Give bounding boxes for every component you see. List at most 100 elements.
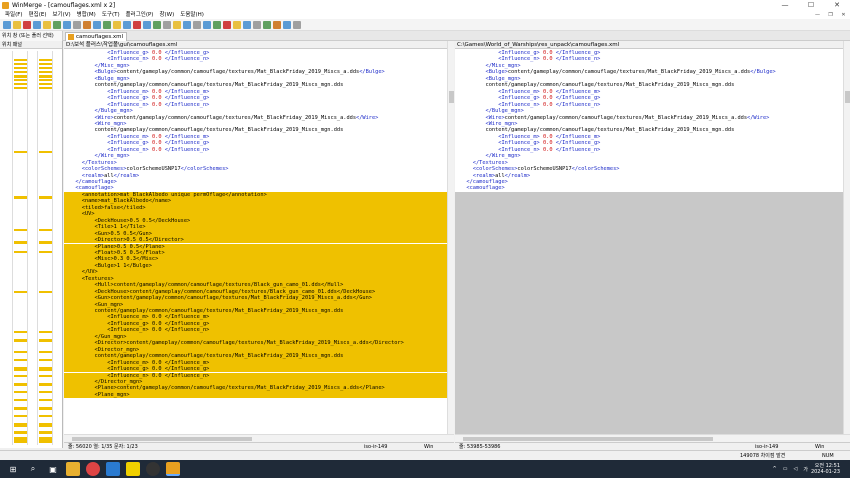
tab-camouflages[interactable]: camouflages.xml x 2 bbox=[65, 32, 127, 48]
menu-plugins[interactable]: 플러그인(P) bbox=[123, 11, 157, 19]
toolbar-button-26[interactable] bbox=[253, 20, 261, 29]
diff-marker bbox=[14, 196, 27, 199]
toolbar-button-9[interactable] bbox=[83, 20, 91, 29]
toolbar-button-30[interactable] bbox=[293, 20, 301, 29]
right-hscroll-thumb[interactable] bbox=[463, 437, 713, 441]
toolbar-button-3[interactable] bbox=[23, 20, 31, 29]
doc-minimize-button[interactable]: — bbox=[811, 12, 824, 18]
diff-marker bbox=[14, 83, 27, 85]
toolbar-button-10[interactable] bbox=[93, 20, 101, 29]
toolbar-button-17[interactable] bbox=[163, 20, 171, 29]
toolbar-button-15[interactable] bbox=[143, 20, 151, 29]
left-code-view[interactable]: <Influence_g> 0.0 </Influence_g> <Influe… bbox=[64, 50, 454, 434]
task-view-icon[interactable]: ▣ bbox=[46, 462, 60, 476]
diff-marker bbox=[14, 79, 27, 81]
file-explorer-icon[interactable] bbox=[66, 462, 80, 476]
location-bar-right[interactable] bbox=[37, 51, 53, 445]
toolbar-button-16[interactable] bbox=[153, 20, 161, 29]
tray-arrow-icon[interactable]: ^ bbox=[773, 466, 777, 472]
toolbar-button-13[interactable] bbox=[123, 20, 131, 29]
diff-marker bbox=[39, 241, 52, 244]
close-button[interactable]: ✕ bbox=[824, 0, 850, 11]
kakaotalk-icon[interactable] bbox=[126, 462, 140, 476]
toolbar-button-7[interactable] bbox=[63, 20, 71, 29]
toolbar-button-4[interactable] bbox=[33, 20, 41, 29]
right-vertical-scrollbar[interactable] bbox=[843, 41, 850, 434]
location-bar-left[interactable] bbox=[12, 51, 28, 445]
diff-marker bbox=[39, 83, 52, 85]
windows-start-icon[interactable]: ⊞ bbox=[6, 462, 20, 476]
menu-help[interactable]: 도움말(H) bbox=[177, 11, 207, 19]
diff-marker bbox=[39, 407, 52, 410]
menu-window[interactable]: 창(W) bbox=[156, 11, 177, 19]
penguin-app-icon[interactable] bbox=[146, 462, 160, 476]
winmerge-taskbar-icon[interactable] bbox=[166, 462, 180, 476]
app-icon-blue[interactable] bbox=[106, 462, 120, 476]
toolbar-button-1[interactable] bbox=[3, 20, 11, 29]
right-diff-pane[interactable]: C:\Games\World_of_Warships\res_unpack\ca… bbox=[455, 41, 843, 434]
toolbar bbox=[0, 19, 850, 31]
toolbar-button-19[interactable] bbox=[183, 20, 191, 29]
diff-marker bbox=[14, 407, 27, 410]
diff-marker bbox=[14, 291, 27, 293]
toolbar-button-18[interactable] bbox=[173, 20, 181, 29]
toolbar-button-23[interactable] bbox=[223, 20, 231, 29]
diff-marker bbox=[14, 59, 27, 61]
diff-marker bbox=[39, 359, 52, 361]
clock[interactable]: 오전 12:51 2024-01-23 bbox=[811, 463, 840, 475]
toolbar-button-12[interactable] bbox=[113, 20, 121, 29]
search-icon[interactable]: ⌕ bbox=[26, 462, 40, 476]
volume-icon[interactable]: ◁ bbox=[793, 466, 797, 472]
left-vertical-scrollbar[interactable] bbox=[447, 41, 454, 434]
menu-tools[interactable]: 도구(T) bbox=[99, 11, 123, 19]
clock-date: 2024-01-23 bbox=[810, 469, 840, 475]
menu-file[interactable]: 파일(F) bbox=[2, 11, 26, 19]
ime-indicator[interactable]: 가 bbox=[803, 466, 808, 473]
toolbar-button-27[interactable] bbox=[263, 20, 271, 29]
toolbar-button-2[interactable] bbox=[13, 20, 21, 29]
toolbar-button-25[interactable] bbox=[243, 20, 251, 29]
toolbar-button-8[interactable] bbox=[73, 20, 81, 29]
diff-marker bbox=[14, 359, 27, 361]
toolbar-button-20[interactable] bbox=[193, 20, 201, 29]
menu-merge[interactable]: 병합(M) bbox=[74, 11, 99, 19]
location-pane-tab[interactable]: 위치 창 (또는 플러 선택) bbox=[0, 31, 63, 41]
left-scroll-thumb[interactable] bbox=[449, 91, 454, 103]
location-pane[interactable]: 위치 패널 bbox=[0, 41, 63, 448]
toolbar-button-24[interactable] bbox=[233, 20, 241, 29]
menu-view[interactable]: 보기(V) bbox=[49, 11, 73, 19]
diff-marker bbox=[39, 151, 52, 153]
doc-close-button[interactable]: ✕ bbox=[837, 12, 850, 18]
doc-restore-button[interactable]: ❐ bbox=[824, 12, 837, 18]
missing-lines-placeholder bbox=[455, 191, 843, 434]
toolbar-button-22[interactable] bbox=[213, 20, 221, 29]
toolbar-button-28[interactable] bbox=[273, 20, 281, 29]
diff-marker bbox=[14, 431, 27, 434]
right-scroll-thumb[interactable] bbox=[845, 91, 850, 103]
diff-marker bbox=[14, 251, 27, 253]
toolbar-button-11[interactable] bbox=[103, 20, 111, 29]
diff-marker bbox=[14, 383, 27, 386]
right-horizontal-scrollbar[interactable] bbox=[455, 434, 850, 442]
toolbar-button-5[interactable] bbox=[43, 20, 51, 29]
left-diff-pane[interactable]: D:\보석 플러스\작업폴\gui\camouflages.xml <Influ… bbox=[64, 41, 454, 434]
location-pane-header: 위치 패널 bbox=[0, 41, 62, 49]
minimize-button[interactable]: — bbox=[772, 0, 798, 11]
toolbar-button-6[interactable] bbox=[53, 20, 61, 29]
right-pane-status: 줄: 53985-53986 iso-ir-149 Win bbox=[455, 442, 850, 450]
toolbar-button-29[interactable] bbox=[283, 20, 291, 29]
diff-marker bbox=[39, 67, 52, 69]
taskbar: ⊞ ⌕ ▣ ^ ▭ ◁ 가 오전 12:51 2024-01-23 bbox=[0, 460, 850, 478]
diff-marker bbox=[39, 391, 52, 393]
left-hscroll-thumb[interactable] bbox=[72, 437, 252, 441]
network-icon[interactable]: ▭ bbox=[783, 466, 788, 472]
diff-marker bbox=[39, 63, 52, 65]
menu-edit[interactable]: 편집(E) bbox=[26, 11, 50, 19]
right-code-view[interactable]: <Influence_g> 0.0 </Influence_g> <Influe… bbox=[455, 50, 843, 434]
left-horizontal-scrollbar[interactable] bbox=[64, 434, 454, 442]
toolbar-button-21[interactable] bbox=[203, 20, 211, 29]
chrome-icon[interactable] bbox=[86, 462, 100, 476]
toolbar-button-14[interactable] bbox=[133, 20, 141, 29]
maximize-button[interactable]: ☐ bbox=[798, 0, 824, 11]
diff-marker bbox=[14, 339, 27, 342]
